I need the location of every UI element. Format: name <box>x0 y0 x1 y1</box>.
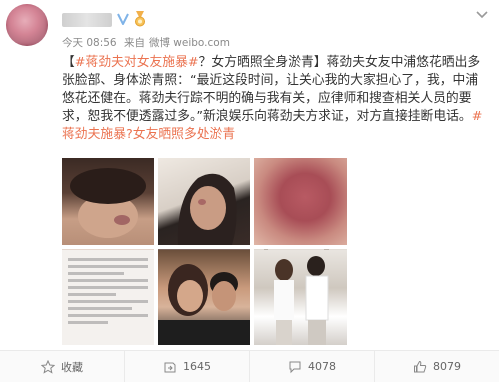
weibo-post-card: 今天 08:56 来自 微博 weibo.com 【#蒋劲夫对女友施暴#？女方晒照… <box>0 0 499 382</box>
favorite-button[interactable]: 收藏 <box>0 351 125 382</box>
repost-button[interactable]: 1645 <box>125 351 250 382</box>
post-time[interactable]: 今天 08:56 <box>62 37 117 49</box>
like-button[interactable]: 8079 <box>375 351 499 382</box>
post-meta: 今天 08:56 来自 微博 weibo.com <box>62 35 234 50</box>
like-count: 8079 <box>433 360 461 373</box>
repost-count: 1645 <box>183 360 211 373</box>
comment-icon <box>289 361 301 373</box>
photo-8[interactable] <box>158 250 250 345</box>
star-icon <box>41 359 55 374</box>
post-action-bar: 收藏 1645 4078 8079 <box>0 350 499 382</box>
photo-7-screenshot[interactable] <box>62 250 154 345</box>
verified-v-icon <box>117 13 129 25</box>
username-blurred[interactable] <box>62 13 112 27</box>
topic-link-1[interactable]: #蒋劲夫对女友施暴# <box>75 55 199 70</box>
photo-2[interactable] <box>158 158 250 245</box>
thumbs-up-icon <box>414 360 427 372</box>
medal-icon[interactable] <box>133 11 147 27</box>
source-prefix: 来自 <box>123 37 145 49</box>
chevron-down-icon[interactable] <box>475 10 489 20</box>
comment-count: 4078 <box>308 360 336 373</box>
photo-3[interactable] <box>254 158 347 245</box>
post-content: 【#蒋劲夫对女友施暴#？女方晒照全身淤青】蒋劲夫女友中浦悠花晒出多张脸部、身体淤… <box>62 54 490 144</box>
title-bracket: 【 <box>62 55 75 70</box>
comment-button[interactable]: 4078 <box>250 351 375 382</box>
photo-9[interactable] <box>254 250 347 345</box>
photo-1[interactable] <box>62 158 154 245</box>
post-source[interactable]: 微博 weibo.com <box>149 37 230 49</box>
title-rest: ？女方晒照全身淤青】 <box>198 55 327 70</box>
repost-icon <box>164 362 176 372</box>
favorite-label: 收藏 <box>61 360 83 374</box>
avatar[interactable] <box>6 4 48 46</box>
